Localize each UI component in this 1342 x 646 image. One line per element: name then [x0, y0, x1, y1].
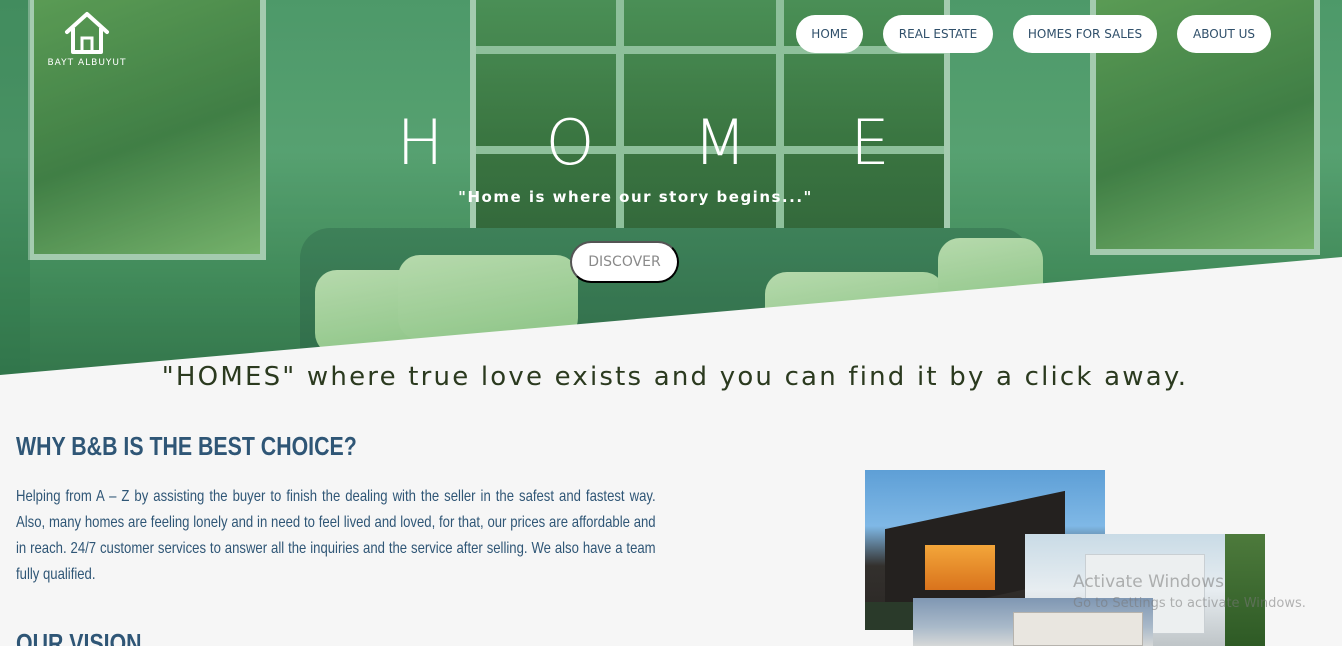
watermark-title: Activate Windows — [1073, 572, 1224, 592]
nav-homes-for-sales[interactable]: HOMES FOR SALES — [1013, 15, 1157, 53]
hero-letter: E — [850, 106, 890, 179]
homes-quote: "HOMES" where true love exists and you c… — [161, 362, 1189, 392]
hero-title: H O M E — [385, 106, 905, 179]
hero-letter: O — [545, 106, 595, 179]
why-heading: WHY B&B IS THE BEST CHOICE? — [16, 431, 357, 461]
hero-letter: H — [396, 106, 444, 179]
watermark-subtitle: Go to Settings to activate Windows. — [1073, 596, 1306, 611]
nav-real-estate[interactable]: REAL ESTATE — [883, 15, 993, 53]
main-nav: HOME REAL ESTATE HOMES FOR SALES ABOUT U… — [0, 15, 1342, 53]
windows-activation-watermark: Activate Windows Go to Settings to activ… — [1073, 572, 1306, 611]
discover-button[interactable]: DISCOVER — [570, 241, 679, 283]
brand-name: BAYT ALBUYUT — [47, 58, 127, 68]
hero-letter: M — [693, 106, 747, 179]
why-paragraph: Helping from A – Z by assisting the buye… — [16, 488, 656, 583]
nav-home[interactable]: HOME — [796, 15, 863, 53]
hero-tagline: "Home is where our story begins..." — [458, 188, 813, 206]
nav-about-us[interactable]: ABOUT US — [1177, 15, 1271, 53]
vision-heading: OUR VISION — [16, 628, 142, 646]
